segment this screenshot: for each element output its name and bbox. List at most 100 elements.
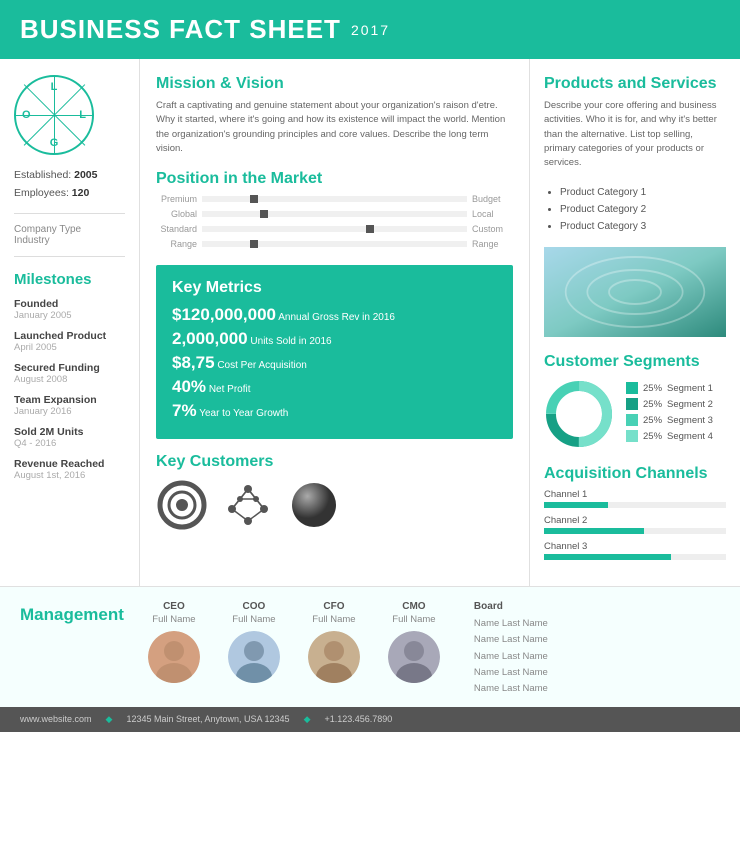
mgmt-coo-name: Full Name [224,614,284,625]
market-dot-4 [250,240,258,248]
page-header: BUSINESS FACT SHEET 2017 [0,0,740,59]
main-content: L O L G Established: 2005 Employees: 120… [0,59,740,586]
sidebar: L O L G Established: 2005 Employees: 120… [0,59,140,586]
footer-address: 12345 Main Street, Anytown, USA 12345 [126,714,289,724]
metric-value-4: 40% [172,377,206,396]
metric-row-1: $120,000,000 Annual Gross Rev in 2016 [172,305,497,325]
product-category-1: Product Category 1 [560,184,726,201]
market-row-1: Premium Budget [156,194,513,204]
right-column: Products and Services Describe your core… [530,59,740,586]
channel-bar-bg-1 [544,502,726,508]
product-list: Product Category 1 Product Category 2 Pr… [544,184,726,235]
milestones-section: Milestones Founded January 2005 Launched… [14,271,125,481]
metric-label-1: Annual Gross Rev in 2016 [278,312,395,323]
customer-icon-sphere [288,479,340,531]
channel-name-2: Channel 2 [544,515,726,526]
channel-name-3: Channel 3 [544,541,726,552]
company-type: Company Type Industry [14,224,125,246]
industry-label: Industry [14,235,125,246]
mgmt-ceo-name: Full Name [144,614,204,625]
segment-pct-1: 25% [643,383,662,394]
logo-letter-right: L [79,109,86,121]
metric-row-3: $8,75 Cost Per Acquisition [172,353,497,373]
employees-label: Employees: [14,187,69,199]
segment-row-4: 25% Segment 4 [626,430,713,442]
mgmt-coo-role: COO [224,601,284,612]
sidebar-divider-2 [14,256,125,257]
mgmt-cfo: CFO Full Name [304,601,364,683]
product-category-3: Product Category 3 [560,218,726,235]
segment-color-4 [626,430,638,442]
management-label: Management [20,605,124,625]
market-bar-wrap-3 [202,226,467,232]
logo-letter-top: L [51,81,58,93]
segment-label-2: Segment 2 [667,399,713,410]
market-bar-wrap-1 [202,196,467,202]
mgmt-ceo-role: CEO [144,601,204,612]
mission-text: Craft a captivating and genuine statemen… [156,99,513,156]
channel-bar-2 [544,528,644,534]
milestone-item: Launched Product April 2005 [14,330,125,353]
metric-value-2: 2,000,000 [172,329,248,348]
market-section: Position in the Market Premium Budget Gl… [156,170,513,249]
milestone-item: Sold 2M Units Q4 - 2016 [14,426,125,449]
center-column: Mission & Vision Craft a captivating and… [140,59,530,586]
logo: L O L G [14,75,94,155]
mgmt-cmo: CMO Full Name [384,601,444,683]
mgmt-ceo: CEO Full Name [144,601,204,683]
employees-value: 120 [72,187,90,199]
segment-label-3: Segment 3 [667,415,713,426]
channel-bar-3 [544,554,671,560]
market-label-range-l: Range [156,239,202,249]
established-label: Established: [14,169,71,181]
channel-name-1: Channel 1 [544,489,726,500]
footer-dot-1: ◆ [106,714,113,725]
market-label-budget: Budget [467,194,513,204]
channel-row-3: Channel 3 [544,541,726,560]
segment-row-3: 25% Segment 3 [626,414,713,426]
metric-row-2: 2,000,000 Units Sold in 2016 [172,329,497,349]
mgmt-coo-avatar [228,631,280,683]
metric-value-1: $120,000,000 [172,305,276,324]
segment-row-2: 25% Segment 2 [626,398,713,410]
segment-color-2 [626,398,638,410]
company-type-label: Company Type [14,224,125,235]
channel-bar-1 [544,502,608,508]
mgmt-cmo-role: CMO [384,601,444,612]
company-info: Established: 2005 Employees: 120 [14,167,125,203]
key-metrics-title: Key Metrics [172,279,497,297]
segment-row-1: 25% Segment 1 [626,382,713,394]
market-bar-wrap-2 [202,211,467,217]
page-title: BUSINESS FACT SHEET [20,14,341,45]
logo-letter-bottom: G [50,137,59,149]
metric-label-4: Net Profit [209,384,251,395]
market-label-standard: Standard [156,224,202,234]
logo-letter-left: O [22,109,31,121]
channels-title: Acquisition Channels [544,465,726,483]
segment-label-1: Segment 1 [667,383,713,394]
milestone-item: Secured Funding August 2008 [14,362,125,385]
metric-row-4: 40% Net Profit [172,377,497,397]
key-customers-section: Key Customers [156,453,513,531]
market-bar-wrap-4 [202,241,467,247]
mgmt-cfo-role: CFO [304,601,364,612]
market-label-premium: Premium [156,194,202,204]
key-customers-title: Key Customers [156,453,513,471]
board-title: Board [474,601,548,612]
donut-wrap: 25% Segment 1 25% Segment 2 25% Segment … [544,379,726,449]
sidebar-divider-1 [14,213,125,214]
market-row-2: Global Local [156,209,513,219]
market-dot-2 [260,210,268,218]
segment-pct-3: 25% [643,415,662,426]
segment-color-1 [626,382,638,394]
market-label-custom: Custom [467,224,513,234]
board-names: Name Last Name Name Last Name Name Last … [474,616,548,697]
metric-value-3: $8,75 [172,353,215,372]
metric-value-5: 7% [172,401,197,420]
mgmt-coo: COO Full Name [224,601,284,683]
board-section: Board Name Last Name Name Last Name Name… [474,601,548,697]
product-image [544,247,726,337]
channel-row-2: Channel 2 [544,515,726,534]
footer-website: www.website.com [20,714,92,724]
mgmt-cmo-name: Full Name [384,614,444,625]
